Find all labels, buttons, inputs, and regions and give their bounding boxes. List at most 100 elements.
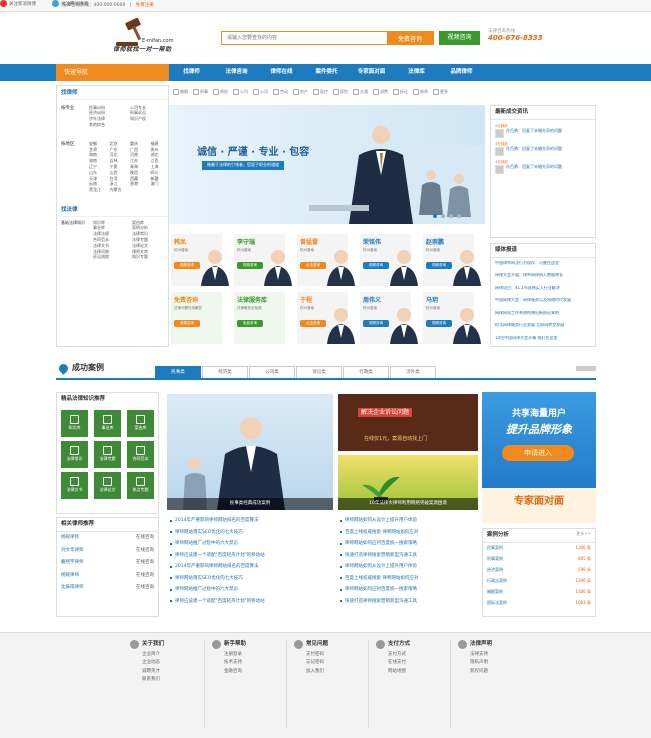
- sidebar-link[interactable]: 法律专题: [132, 237, 168, 243]
- lawyer-consult-button[interactable]: 视频咨询: [174, 262, 200, 269]
- notice-item[interactable]: 网律项目：41.1%选择买入行业解决: [495, 286, 591, 299]
- lawyer-card[interactable]: 于程 杭州普南 点击咨询: [297, 292, 355, 344]
- category-item[interactable]: 婚姻: [173, 89, 188, 95]
- footer-link[interactable]: 支付方式: [388, 652, 446, 657]
- law-tile[interactable]: 知识库: [61, 409, 88, 437]
- case-link[interactable]: 律师网站落实SEO优化的七大技巧: [170, 573, 265, 585]
- category-item[interactable]: 债权: [213, 89, 228, 95]
- sidebar-link[interactable]: 安徽: [89, 141, 107, 147]
- sprout-image[interactable]: 10年法律大律师利用网络突破案源困境: [338, 455, 478, 510]
- lawyer-card[interactable]: 免费咨询 法律问题在线解答 我要咨询: [171, 292, 222, 344]
- lawyer-consult-button[interactable]: 我要咨询: [174, 320, 200, 327]
- sidebar-link[interactable]: 福建: [151, 141, 169, 147]
- nav-item[interactable]: 法律咨询: [214, 64, 259, 81]
- sidebar-link[interactable]: 合同范本: [93, 237, 129, 243]
- category-item[interactable]: 医疗: [313, 89, 328, 95]
- case-link[interactable]: 百度上线权威搜索 律师网站如何应对: [340, 573, 418, 585]
- case-row[interactable]: 行政法案例 1306 条: [483, 576, 595, 587]
- case-tab[interactable]: 行政类: [343, 366, 389, 378]
- category-item[interactable]: 更多: [433, 89, 448, 95]
- notice-item[interactable]: 14位中国网律大会开幕 我们在这里: [495, 336, 591, 349]
- notice-item[interactable]: 中国律师网法行为保存：可靠在这里: [495, 261, 591, 274]
- case-row[interactable]: 婚姻案例 1306 条: [483, 587, 595, 598]
- case-link[interactable]: 律师网站推广过程中的六大禁忌: [170, 538, 265, 550]
- case-row[interactable]: 国际法案例 1061 条: [483, 598, 595, 609]
- footer-link[interactable]: 企业简介: [142, 652, 200, 657]
- lawyer-card[interactable]: 韩凤 杭州普南 视频咨询: [171, 234, 229, 286]
- lawyer-card[interactable]: 赵崇鹏 杭州普南 视频咨询: [423, 234, 481, 286]
- newest-item[interactable]: 4分钟前 孙百勇：回复了未婚先孕的问题: [495, 124, 591, 138]
- case-link[interactable]: 律师网站如何从设计上提升用户体验: [340, 561, 418, 573]
- case-tab[interactable]: 涉外类: [390, 366, 436, 378]
- case-row[interactable]: 民事案例 1306 条: [483, 543, 595, 554]
- footer-link[interactable]: 新权问题: [470, 669, 528, 674]
- notice-item[interactable]: 中国网律大会：网律服务以及网络时代发展: [495, 298, 591, 311]
- sidebar-link[interactable]: 北京: [110, 141, 128, 147]
- footer-link[interactable]: 网站地图: [388, 669, 446, 674]
- lawyer-consult-button[interactable]: 视频咨询: [363, 320, 389, 327]
- sidebar-link[interactable]: 法律文书: [93, 243, 129, 249]
- sidebar-link[interactable]: 知识产权: [130, 116, 168, 122]
- case-link[interactable]: 2014年严重影响律师网站排名的百度算法: [170, 515, 265, 527]
- category-item[interactable]: 公司: [253, 89, 268, 95]
- related-lawyer[interactable]: 沈辰雨律师 在线咨询: [57, 582, 158, 595]
- notice-item[interactable]: 抓法网律服务行业发展 互联网转型发展: [495, 323, 591, 336]
- site-logo[interactable]: E-mifan.com 律师就找一对一帮助: [112, 17, 196, 56]
- sidebar-link[interactable]: 香港: [130, 182, 148, 187]
- sidebar-link[interactable]: 知识专题: [132, 255, 168, 260]
- related-lawyer[interactable]: 刘文华律师 在线咨询: [57, 544, 158, 557]
- sidebar-link[interactable]: 黑龙江: [89, 187, 107, 193]
- newest-item[interactable]: 4分钟前 孙百勇：回复了未婚先孕的问题: [495, 160, 591, 175]
- nav-item[interactable]: 律师在线: [259, 64, 304, 81]
- footer-link[interactable]: 企业动态: [142, 660, 200, 665]
- category-item[interactable]: 劳动: [273, 89, 288, 95]
- sidebar-link[interactable]: 澳门: [151, 182, 169, 187]
- search-button[interactable]: 免费咨询: [387, 32, 433, 44]
- sidebar-link[interactable]: 重庆: [130, 141, 148, 147]
- search-input[interactable]: [222, 32, 387, 44]
- law-tile[interactable]: 案由库: [127, 409, 154, 437]
- related-lawyer[interactable]: 杨殿律师 在线咨询: [57, 532, 158, 545]
- lawyer-card[interactable]: 李守瑞 杭州普南 视频咨询: [234, 234, 292, 286]
- lawyer-card[interactable]: 曾猛雷 杭州普南 点击咨询: [297, 234, 355, 286]
- nav-item[interactable]: 法律库: [394, 64, 439, 81]
- notice-item[interactable]: 网律网站工作系统构想出新结论来吧: [495, 311, 591, 324]
- case-link[interactable]: 快速打造律师搜索营销新型沟通工具: [340, 550, 418, 562]
- sidebar-link[interactable]: 其他综合: [89, 122, 127, 128]
- lawyer-consult-button[interactable]: 视频咨询: [426, 320, 452, 327]
- case-link[interactable]: 律师网站推广过程中的六大禁忌: [170, 584, 265, 596]
- footer-link[interactable]: 金融咨询: [224, 669, 282, 674]
- law-tile[interactable]: 法律专题: [94, 440, 121, 468]
- category-item[interactable]: 消费: [373, 89, 388, 95]
- sidebar-link[interactable]: 山东: [89, 170, 107, 176]
- casebox-more[interactable]: 更多>>: [576, 531, 591, 539]
- lawyer-consult-button[interactable]: 点击咨询: [300, 320, 326, 327]
- nav-item[interactable]: 找律师: [169, 64, 214, 81]
- related-lawyer[interactable]: 戴熙宇律师 在线咨询: [57, 557, 158, 570]
- sidebar-link[interactable]: 陕西: [130, 170, 148, 176]
- case-row[interactable]: 经济案例 599 条: [483, 565, 595, 576]
- case-link[interactable]: 律师网站如何应对百度统一搜索策略: [340, 584, 418, 596]
- category-item[interactable]: 保险: [333, 89, 348, 95]
- related-lawyer[interactable]: 杨殿律师 在线咨询: [57, 569, 158, 582]
- lawyer-consult-button[interactable]: 视频咨询: [426, 262, 452, 269]
- sidebar-link[interactable]: 内蒙古: [110, 187, 128, 193]
- law-tile[interactable]: 合同范本: [127, 440, 154, 468]
- more-icon[interactable]: [576, 366, 596, 371]
- main-case-image[interactable]: 民事类经典成功案例: [167, 394, 333, 510]
- lawyer-consult-button[interactable]: 免费查询: [237, 320, 263, 327]
- category-item[interactable]: 刑事: [193, 89, 208, 95]
- register-link[interactable]: 免费注册: [136, 3, 154, 8]
- case-link[interactable]: 百度上线权威搜索 律师网站如何应对: [340, 527, 418, 539]
- lawyer-consult-button[interactable]: 视频咨询: [237, 262, 263, 269]
- footer-link[interactable]: 法律支持: [470, 652, 528, 657]
- law-tile[interactable]: 法律常识: [61, 440, 88, 468]
- apply-button[interactable]: 申请进入: [502, 445, 574, 461]
- category-item[interactable]: 交通: [353, 89, 368, 95]
- nav-item[interactable]: 品牌律师: [439, 64, 484, 81]
- case-link[interactable]: 律师网站如何应对百度统一搜索策略: [340, 538, 418, 550]
- category-item[interactable]: 拆迁: [393, 89, 408, 95]
- video-consult-button[interactable]: 视频咨询: [439, 31, 480, 45]
- footer-link[interactable]: 支付密码: [306, 652, 364, 657]
- notice-item[interactable]: 网律大会开展：律师网律网入数据增长: [495, 273, 591, 286]
